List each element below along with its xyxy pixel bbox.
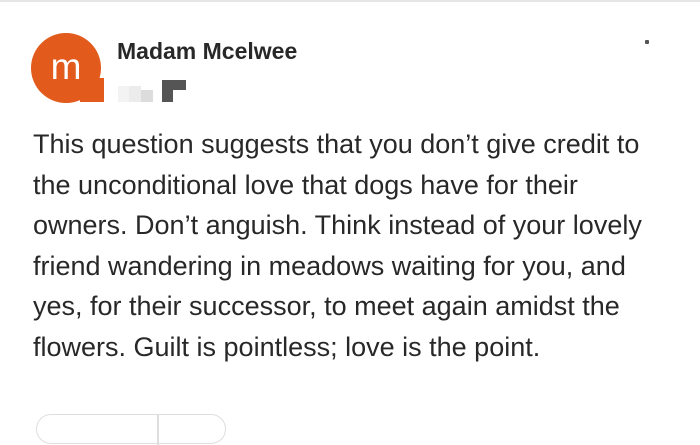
redacted-credential <box>118 80 190 102</box>
vote-button-group[interactable] <box>36 414 226 445</box>
more-options-icon[interactable] <box>645 40 649 44</box>
answer-text: This question suggests that you don’t gi… <box>33 129 642 362</box>
author-name[interactable]: Madam Mcelwee <box>117 38 297 65</box>
top-divider <box>0 0 700 2</box>
vote-divider <box>157 415 159 445</box>
avatar-badge <box>80 78 104 102</box>
